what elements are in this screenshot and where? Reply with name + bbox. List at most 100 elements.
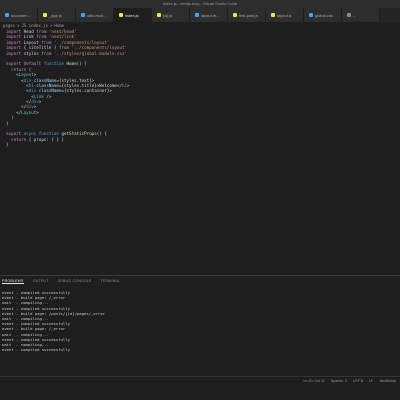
empty-area — [0, 385, 400, 400]
status-item[interactable]: Spaces: 2 — [331, 377, 347, 385]
code-token: from — [41, 39, 52, 45]
status-item[interactable]: JavaScript — [379, 377, 396, 385]
breadcrumb-item[interactable]: pages — [3, 23, 15, 28]
breadcrumb-item[interactable]: Home — [54, 23, 64, 28]
code-token: } — [6, 142, 9, 148]
tab-label: utils.module.css — [87, 12, 108, 18]
code-token: Layout — [21, 109, 37, 115]
code-token: import — [6, 34, 22, 40]
tab-7[interactable]: layout.js — [266, 8, 304, 22]
tab-label: ... — [353, 12, 357, 18]
status-item[interactable]: LF — [369, 377, 373, 385]
tab-label: documentation.mdx — [11, 12, 32, 18]
panel-tab-bar: PROBLEMS OUTPUT DEBUG CONSOLE TERMINAL — [0, 276, 400, 286]
editor-tab-bar: documentation.mdx _app.js utils.module.css… — [0, 8, 400, 22]
code-token: '../styles/global.module.css' — [51, 50, 128, 56]
tab-6[interactable]: first-post.js — [228, 8, 266, 22]
tab-5[interactable]: layout.module.css — [190, 8, 228, 22]
code-token: { siteTitle } — [21, 45, 59, 51]
terminal-output[interactable]: event - compiled successfully event - bui… — [2, 290, 105, 352]
status-item[interactable]: UTF-8 — [353, 377, 363, 385]
code-token: className — [36, 88, 62, 94]
breadcrumb-item: > — [49, 23, 53, 28]
file-icon — [347, 13, 351, 17]
code-token: Head — [21, 29, 37, 34]
status-bar: Ln 10, Col 21 Spaces: 2 UTF-8 LF JavaScript — [0, 376, 400, 385]
file-icon — [233, 13, 237, 17]
file-icon — [309, 13, 313, 17]
code-token: className — [31, 77, 57, 83]
panel-tab-problems[interactable]: PROBLEMS — [2, 279, 24, 284]
tab-8[interactable]: global.css — [304, 8, 342, 22]
code-token: > — [38, 99, 42, 105]
tab-9[interactable]: ... — [342, 8, 380, 22]
code-token: from — [36, 29, 47, 34]
tab-label: [id].js — [163, 12, 173, 18]
code-token: > — [33, 104, 37, 110]
code-token: () { — [96, 131, 107, 137]
code-token: < — [6, 82, 29, 88]
code-token: Home — [64, 61, 77, 67]
code-token: from — [36, 34, 47, 40]
code-token: ={styles.title}>Welcome</ — [58, 82, 122, 88]
tab-4[interactable]: [id].js — [152, 8, 190, 22]
file-icon — [43, 13, 47, 17]
code-token: < — [6, 88, 29, 94]
code-token: export — [6, 131, 22, 137]
code-token: return — [11, 66, 27, 72]
file-icon — [5, 13, 9, 17]
code-token: import — [6, 39, 22, 45]
code-token: className — [33, 82, 59, 88]
tab-label: index.js — [125, 12, 139, 18]
panel-tab-output[interactable]: OUTPUT — [33, 279, 49, 283]
code-token: { props: { } } — [26, 136, 65, 142]
file-icon — [195, 13, 199, 17]
tab-label: global.css — [315, 12, 333, 18]
bottom-panel: PROBLEMS OUTPUT DEBUG CONSOLE TERMINAL even… — [0, 275, 400, 376]
code-token: /> — [43, 93, 52, 99]
code-token: Link — [21, 34, 37, 40]
breadcrumb-item[interactable]: JS index.js — [21, 23, 48, 28]
file-icon — [119, 13, 123, 17]
code-token: async function — [21, 131, 59, 137]
status-item[interactable]: Ln 10, Col 21 — [303, 377, 324, 385]
code-token: </ — [6, 104, 27, 110]
tab-3[interactable]: index.js — [114, 8, 152, 22]
code-token: } — [6, 120, 9, 126]
code-token: return — [11, 136, 27, 142]
tab-1[interactable]: _app.js — [38, 8, 76, 22]
code-token: function — [41, 61, 64, 67]
code-token: Link — [33, 93, 44, 99]
code-token: ) — [6, 115, 14, 121]
file-icon — [81, 13, 85, 17]
code-token: '../components/layout' — [51, 39, 110, 45]
window-title: index.js - nextjs-blog - Visual Studio C… — [0, 0, 400, 8]
code-token: '../components/layout' — [69, 45, 128, 51]
terminal-line: event - compiled successfully — [2, 347, 70, 353]
breadcrumb[interactable]: pages > JS index.js > Home — [0, 22, 400, 29]
panel-tab-terminal[interactable]: TERMINAL — [101, 279, 121, 283]
code-content[interactable]: import Head from 'next/head' import Link … — [6, 29, 130, 148]
code-line: } — [6, 142, 130, 147]
code-token: < — [6, 72, 19, 78]
file-icon — [157, 13, 161, 17]
code-token: import — [6, 50, 22, 56]
panel-tab-debug-console[interactable]: DEBUG CONSOLE — [58, 279, 92, 283]
code-token: export default — [6, 61, 42, 67]
code-token: ={styles.text}> — [56, 77, 95, 83]
code-token: ( — [26, 66, 32, 72]
code-token: </ — [6, 99, 32, 105]
tab-2[interactable]: utils.module.css — [76, 8, 114, 22]
code-line: import styles from '../styles/global.mod… — [6, 51, 130, 56]
code-token: > — [33, 72, 37, 78]
code-token: div — [26, 104, 34, 110]
breadcrumb-item: > — [17, 23, 20, 28]
code-token: from — [58, 45, 70, 51]
code-token: () { — [76, 61, 87, 67]
tab-0[interactable]: documentation.mdx — [0, 8, 38, 22]
code-token: 'next/head' — [46, 29, 77, 34]
code-token: < — [6, 77, 24, 83]
tab-label: layout.module.css — [201, 12, 222, 18]
code-editor[interactable]: import Head from 'next/head' import Link … — [0, 29, 400, 275]
code-token: ={styles.container}> — [61, 88, 112, 94]
